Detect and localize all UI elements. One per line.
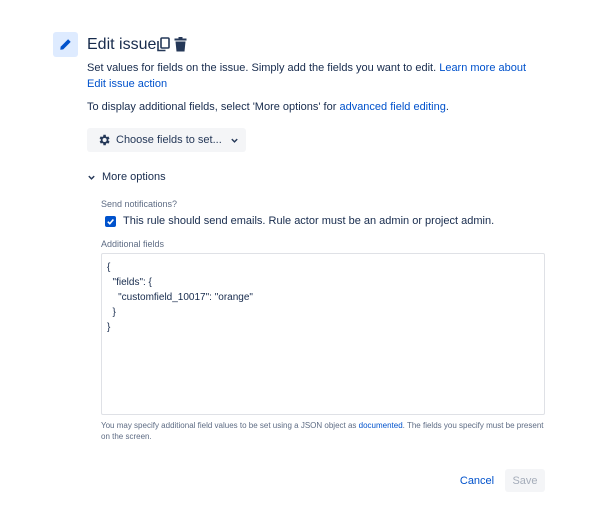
gear-icon xyxy=(99,134,110,146)
additional-fields-editor[interactable]: { "fields": { "customfield_10017": "oran… xyxy=(101,253,545,415)
additional-fields-label: Additional fields xyxy=(101,239,165,249)
send-emails-checkbox[interactable] xyxy=(105,215,116,227)
trash-icon[interactable] xyxy=(174,37,187,52)
send-notifications-label: Send notifications? xyxy=(101,199,178,209)
additional-info: To display additional fields, select 'Mo… xyxy=(87,100,557,115)
send-emails-option[interactable]: This rule should send emails. Rule actor… xyxy=(105,215,494,227)
checkmark-icon xyxy=(107,218,114,225)
cancel-button[interactable]: Cancel xyxy=(456,470,498,491)
copy-icon[interactable] xyxy=(157,37,170,52)
chevron-down-icon xyxy=(231,138,238,143)
send-emails-label: This rule should send emails. Rule actor… xyxy=(123,215,495,227)
page-title: Edit issue xyxy=(87,36,157,53)
additional-fields-help: You may specify additional field values … xyxy=(101,420,545,442)
description-text: Set values for fields on the issue. Simp… xyxy=(87,62,440,74)
additional-info-text: To display additional fields, select 'Mo… xyxy=(87,101,340,113)
choose-fields-label: Choose fields to set... xyxy=(116,134,222,146)
description: Set values for fields on the issue. Simp… xyxy=(87,61,547,92)
additional-info-suffix: . xyxy=(445,101,449,113)
more-options-toggle[interactable]: More options xyxy=(87,170,166,184)
choose-fields-button[interactable]: Choose fields to set... xyxy=(87,128,246,152)
pencil-icon xyxy=(60,39,71,50)
chevron-down-icon xyxy=(88,175,95,180)
documented-link[interactable]: documented xyxy=(359,421,403,430)
edit-action-icon-box xyxy=(53,32,78,57)
help-text: You may specify additional field values … xyxy=(101,421,359,430)
more-options-label: More options xyxy=(102,171,166,183)
advanced-field-editing-link[interactable]: advanced field editing xyxy=(339,101,445,113)
save-button[interactable]: Save xyxy=(505,469,545,492)
